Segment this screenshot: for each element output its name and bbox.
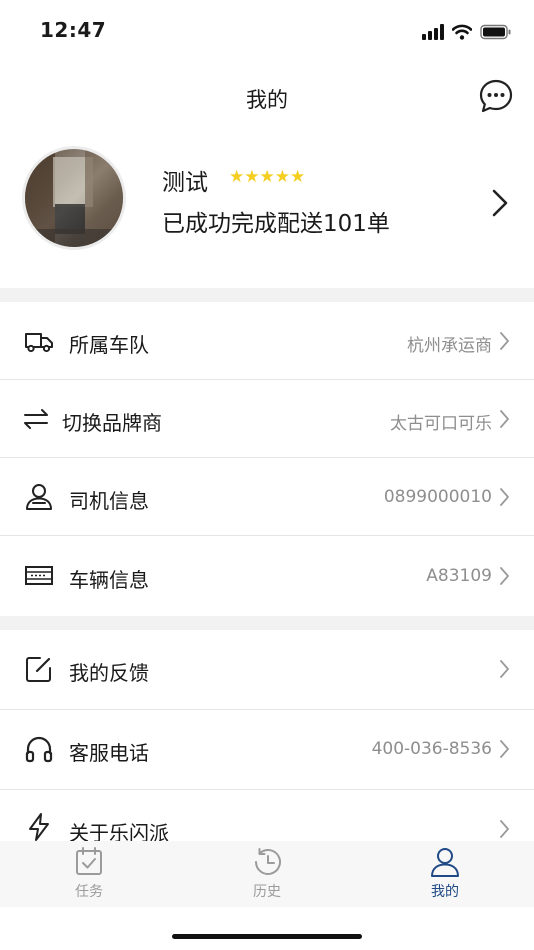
- tab-bar: 任务 历史 我的: [0, 841, 534, 907]
- status-icons: [422, 22, 512, 42]
- delivery-summary: 已成功完成配送101单: [162, 211, 390, 237]
- menu-value: A83109: [426, 566, 492, 586]
- menu-value: 400-036-8536: [371, 739, 492, 759]
- profile-name: 测试: [162, 170, 208, 196]
- section-separator: [0, 616, 534, 630]
- menu-label: 车辆信息: [69, 568, 149, 592]
- menu-item-feedback[interactable]: 我的反馈: [0, 630, 534, 708]
- divider: [0, 535, 534, 536]
- wifi-icon: [452, 24, 472, 40]
- vehicle-card-icon: [25, 566, 53, 585]
- menu-label: 切换品牌商: [62, 411, 162, 435]
- switch-icon: [24, 409, 48, 429]
- menu-item-brand[interactable]: 切换品牌商 太古可口可乐: [0, 380, 534, 458]
- tab-history[interactable]: 历史: [178, 841, 356, 907]
- menu-label: 所属车队: [69, 333, 149, 357]
- menu-value: 杭州承运商: [407, 336, 492, 356]
- star-icons: ★★★★★: [229, 167, 306, 187]
- tab-mine[interactable]: 我的: [356, 841, 534, 907]
- menu-value: 太古可口可乐: [390, 414, 492, 434]
- chevron-right-icon: [500, 660, 509, 678]
- headphones-icon: [25, 736, 53, 763]
- menu-label: 客服电话: [69, 741, 149, 765]
- home-indicator: [172, 934, 362, 939]
- history-icon: [255, 848, 281, 875]
- page-title: 我的: [246, 88, 288, 112]
- battery-icon: [480, 24, 511, 40]
- user-icon: [431, 848, 459, 877]
- menu-label: 司机信息: [69, 489, 149, 513]
- feedback-icon: [26, 657, 51, 682]
- chevron-right-icon: [500, 567, 509, 585]
- message-icon[interactable]: [478, 78, 514, 114]
- truck-icon: [25, 333, 53, 353]
- tab-label: 我的: [431, 884, 459, 900]
- header: 我的: [0, 62, 534, 138]
- menu-value: 0899000010: [383, 487, 492, 507]
- status-bar: 12:47: [0, 0, 534, 62]
- status-time: 12:47: [40, 18, 107, 42]
- driver-icon: [26, 484, 52, 510]
- signal-icon: [422, 24, 444, 40]
- chevron-right-icon: [500, 410, 509, 428]
- calendar-check-icon: [76, 847, 102, 875]
- rating-stars: ★★★★★: [229, 169, 305, 186]
- tab-task[interactable]: 任务: [0, 841, 178, 907]
- menu-label: 我的反馈: [69, 661, 149, 685]
- menu-item-driver[interactable]: 司机信息 0899000010: [0, 458, 534, 536]
- chevron-right-icon: [500, 332, 509, 350]
- menu-item-fleet[interactable]: 所属车队 杭州承运商: [0, 302, 534, 380]
- chevron-right-icon[interactable]: [492, 189, 508, 217]
- menu-item-vehicle[interactable]: 车辆信息 A83109: [0, 537, 534, 615]
- chevron-right-icon: [500, 488, 509, 506]
- chevron-right-icon: [500, 820, 509, 838]
- menu-item-customer-service[interactable]: 客服电话 400-036-8536: [0, 710, 534, 788]
- tab-label: 任务: [75, 884, 103, 900]
- section-separator: [0, 288, 534, 302]
- avatar: [22, 146, 126, 250]
- profile-card[interactable]: 测试 ★★★★★ 已成功完成配送101单: [0, 138, 534, 288]
- chevron-right-icon: [500, 740, 509, 758]
- tab-label: 历史: [253, 884, 281, 900]
- lightning-icon: [29, 813, 49, 841]
